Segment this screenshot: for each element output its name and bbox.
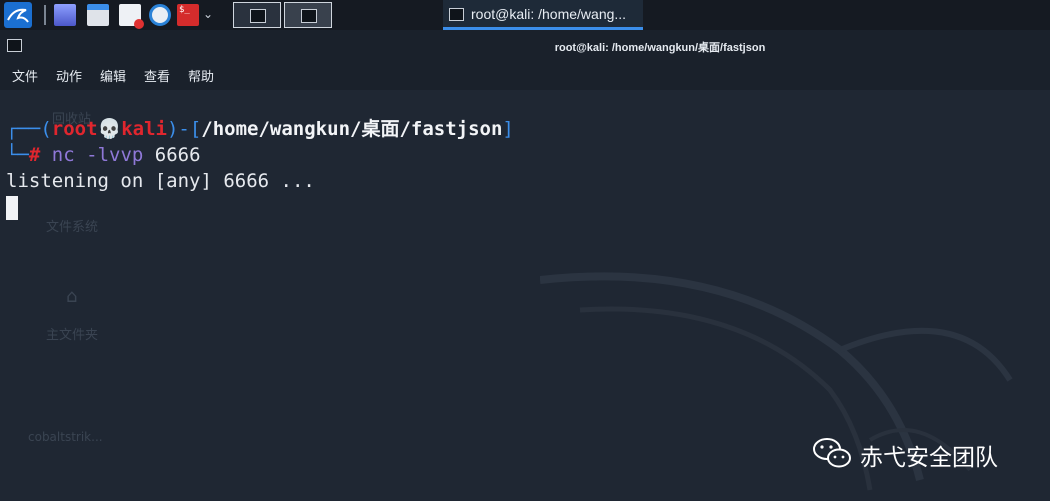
chevron-down-icon[interactable]: ⌄ (203, 7, 213, 21)
menu-edit[interactable]: 编辑 (100, 66, 126, 85)
desktop-label-home: 主文件夹 (46, 328, 99, 343)
prompt-line: ┌──(root💀kali)-[/home/wangkun/桌面/fastjso… (6, 118, 514, 140)
taskbar-window-label: root@kali: /home/wang... (471, 6, 627, 22)
menu-bar: 文件 动作 编辑 查看 帮助 (0, 62, 1050, 90)
home-folder-icon: ⌂ (66, 286, 78, 307)
output-line: listening on [any] 6666 ... (6, 170, 315, 192)
window-title: root@kali: /home/wangkun/桌面/fastjson (554, 42, 766, 54)
terminal-cursor (6, 196, 18, 220)
window-titlebar[interactable]: root@kali: /home/wangkun/桌面/fastjson (0, 30, 1050, 62)
show-desktop-icon[interactable] (54, 4, 76, 26)
terminal-icon (449, 8, 464, 21)
watermark-text: 赤弋安全团队 (860, 445, 998, 471)
workspace-1-button[interactable] (233, 2, 281, 28)
workspace-2-button[interactable] (284, 2, 332, 28)
prompt-path: /home/wangkun/桌面/fastjson (201, 118, 503, 140)
desktop-label-cobaltstrike: cobaltstrik... (28, 430, 103, 444)
command-line: └─# nc -lvvp 6666 (6, 144, 201, 166)
command-port: 6666 (154, 144, 201, 166)
prompt-symbol: # (28, 144, 41, 166)
web-browser-icon[interactable] (149, 4, 171, 26)
menu-action[interactable]: 动作 (56, 66, 82, 85)
desktop-label-filesystem: 文件系统 (46, 220, 99, 235)
menu-view[interactable]: 查看 (144, 66, 170, 85)
taskbar-window-button[interactable]: root@kali: /home/wang... (443, 0, 643, 30)
kali-menu-icon[interactable] (4, 2, 32, 28)
text-editor-icon[interactable] (119, 4, 144, 29)
skull-icon: 💀 (97, 118, 122, 140)
command-program: nc (51, 144, 75, 166)
menu-file[interactable]: 文件 (12, 66, 38, 85)
root-terminal-icon[interactable]: $_ (177, 4, 199, 26)
terminal-icon (301, 9, 317, 23)
taskbar: $_ ⌄ root@kali: /home/wang... (0, 0, 1050, 30)
menu-help[interactable]: 帮助 (188, 66, 214, 85)
command-args: -lvvp (86, 144, 144, 166)
wechat-icon (813, 438, 851, 468)
prompt-host: kali (121, 118, 167, 140)
taskbar-separator (44, 5, 46, 25)
terminal-icon (250, 9, 266, 23)
prompt-user: root (51, 118, 98, 140)
file-manager-icon[interactable] (87, 4, 109, 26)
